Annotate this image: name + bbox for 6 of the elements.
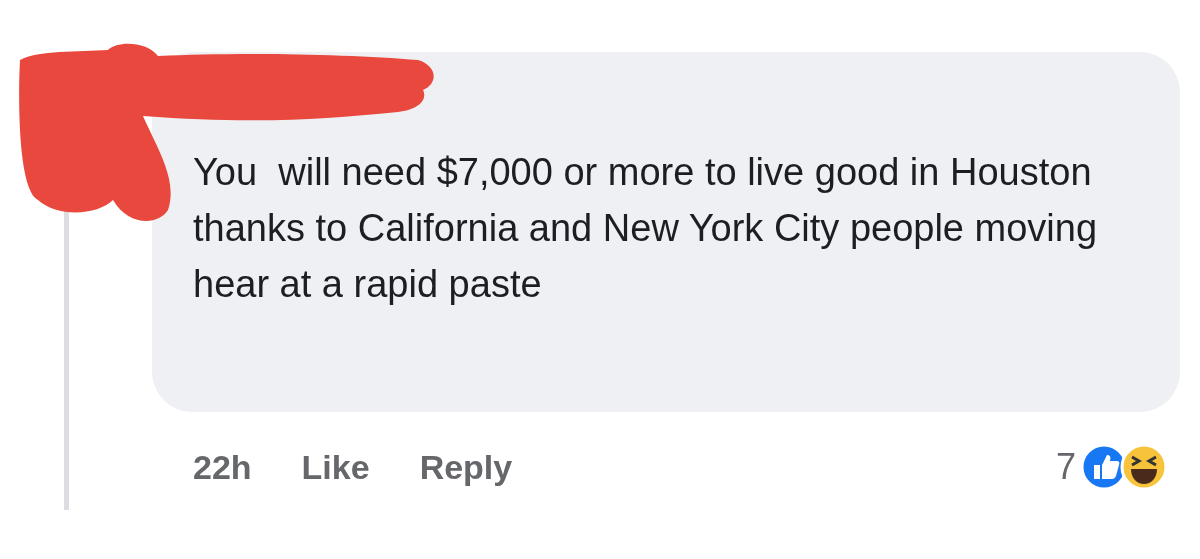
- comment-action-link[interactable]: Reply: [419, 441, 513, 493]
- comment-action-link[interactable]: Like: [301, 441, 370, 493]
- comment-text: You will need $7,000 or more to live good in Houston thanks to California and New York City people moving hear at a rapid paste: [193, 150, 1099, 307]
- reaction-count: 7: [1055, 445, 1076, 489]
- laughing-reaction-icon: [1120, 443, 1168, 491]
- comment-time: 22h: [193, 446, 252, 488]
